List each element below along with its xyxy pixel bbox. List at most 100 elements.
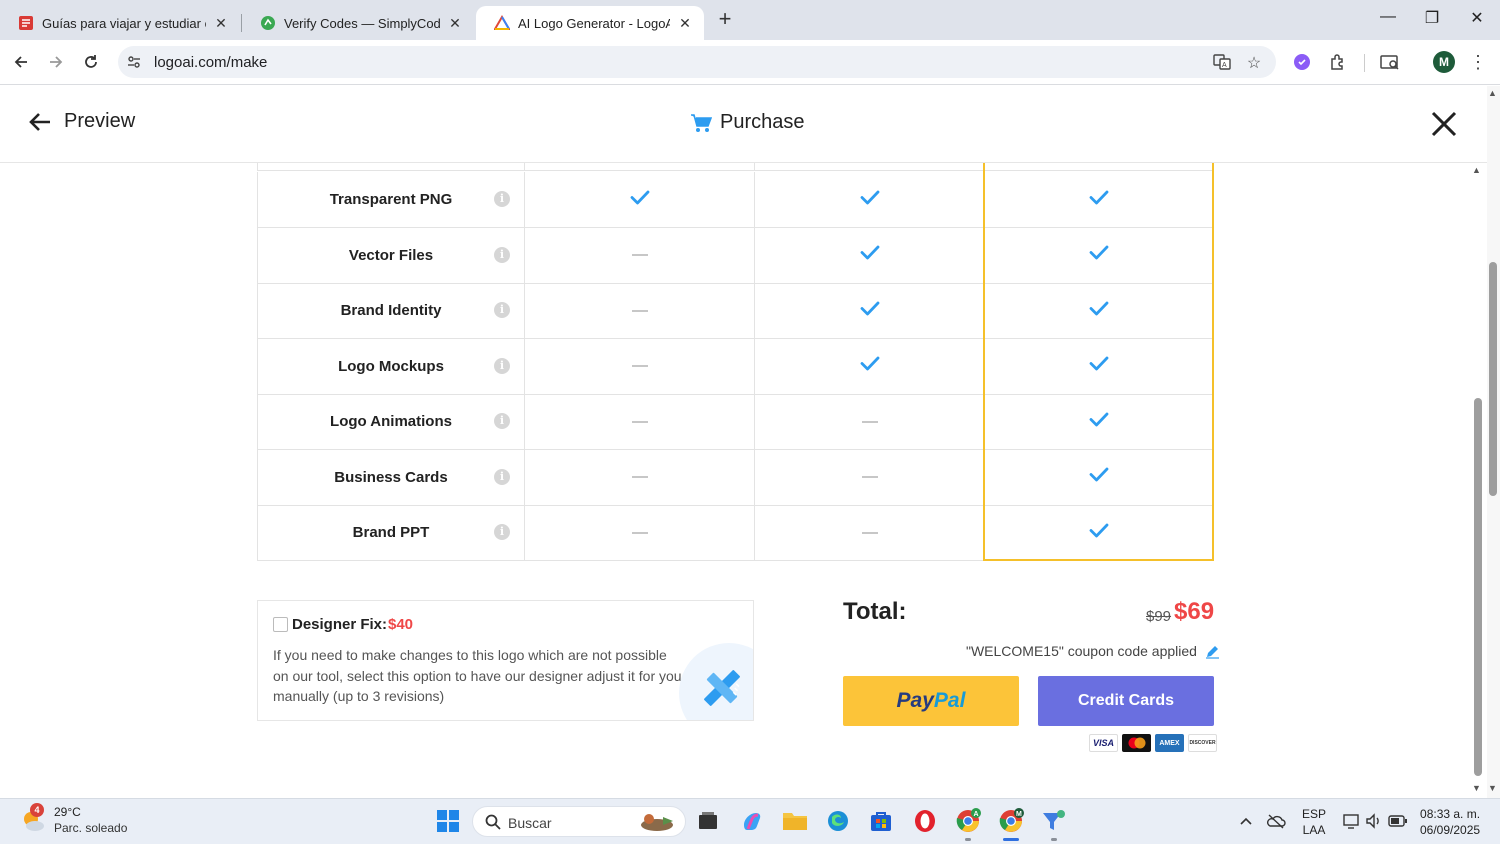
edge-browser-icon[interactable] [824,807,852,835]
designer-fix-checkbox[interactable] [273,617,288,632]
info-icon[interactable]: i [494,246,510,263]
purchase-header: Preview Purchase [0,86,1487,163]
dash-icon [631,365,648,367]
taskbar-search-box[interactable]: Buscar [472,806,686,837]
taskbar-clock[interactable]: 08:33 a. m. 06/09/2025 [1420,806,1480,838]
plan-3-cell [984,505,1214,560]
red-book-favicon-icon [18,15,34,31]
plan-3-cell [984,394,1214,449]
opera-browser-icon[interactable] [911,807,939,835]
new-tab-button[interactable]: + [713,8,737,32]
feature-label: Logo Animations [330,413,452,430]
checkmark-icon [1089,412,1109,432]
microsoft-store-icon[interactable] [867,807,895,835]
plan-1-cell [524,172,754,227]
back-to-preview-link[interactable]: Preview [28,110,135,133]
battery-icon[interactable] [1384,807,1412,835]
tab-title: Guías para viajar y estudiar en M [42,15,206,31]
checkmark-icon [860,245,880,265]
extensions-puzzle-icon[interactable] [1326,50,1350,74]
plan-3-cell [984,172,1214,227]
profile-avatar[interactable]: M [1433,51,1455,73]
weather-condition: Parc. soleado [54,821,128,835]
feature-label: Vector Files [348,246,434,264]
svg-text:M: M [1016,811,1022,818]
feature-label: Business Cards [334,468,448,486]
onedrive-offline-icon[interactable] [1262,807,1290,835]
windows-taskbar: 4 29°C Parc. soleado Buscar A M ESP LAA … [0,798,1500,844]
window-close-icon[interactable]: ✕ [1462,8,1492,28]
close-tab-icon[interactable]: ✕ [676,15,694,32]
info-icon[interactable]: i [494,302,510,318]
input-language-indicator[interactable]: ESP LAA [1302,806,1326,838]
credit-cards-button[interactable]: Credit Cards [1038,676,1214,726]
show-hidden-icons-chevron-icon[interactable] [1232,807,1260,835]
menu-kebab-icon[interactable]: ⋮ [1466,50,1490,74]
tab-guias[interactable]: Guías para viajar y estudiar en M ✕ [0,6,240,40]
weather-widget[interactable]: 4 29°C Parc. soleado [20,803,128,836]
checkmark-icon [1089,467,1109,487]
copilot-icon[interactable] [738,807,766,835]
scroll-down-arrow-icon[interactable]: ▼ [1472,783,1481,793]
address-bar[interactable]: logoai.com/make A ☆ [118,46,1276,78]
original-price: $99 [1146,608,1172,625]
tab-search-icon[interactable] [1378,50,1402,74]
tab-title: AI Logo Generator - LogoAI [518,15,670,31]
clock-date: 06/09/2025 [1420,823,1481,837]
info-icon[interactable]: i [494,357,510,374]
plan-1-cell [524,394,754,449]
restore-icon[interactable]: ❐ [1417,8,1447,28]
coupon-applied-text: "WELCOME15" coupon code applied [966,643,1220,659]
info-icon[interactable]: i [494,191,510,207]
translate-icon[interactable]: A [1212,53,1232,71]
plan-2-cell [754,449,984,505]
plan-1-cell [524,227,754,283]
paypal-button[interactable]: Pay Pal [843,676,1019,726]
page-scrollbar[interactable]: ▲ ▼ [1487,86,1500,798]
site-settings-icon[interactable] [126,54,142,70]
extension-purple-icon[interactable] [1290,50,1314,74]
feature-label: Brand PPT [352,524,430,541]
arrow-left-icon [29,112,50,131]
plan-3-cell [984,228,1214,283]
close-tab-icon[interactable]: ✕ [446,15,464,32]
back-arrow-icon[interactable] [9,50,33,74]
scroll-up-arrow-icon[interactable]: ▲ [1488,88,1497,98]
feature-row: Business Cards i [257,449,1213,506]
edit-pencil-icon[interactable] [1205,644,1220,659]
visa-icon: VISA [1089,734,1118,752]
chrome-profile-m-icon[interactable]: M [997,807,1025,835]
bookmark-star-icon[interactable]: ☆ [1244,53,1264,72]
scroll-up-arrow-icon[interactable]: ▲ [1472,165,1481,175]
feature-row: Transparent PNG i [257,172,1213,228]
close-tab-icon[interactable]: ✕ [212,15,230,32]
windows-start-icon[interactable] [434,807,462,835]
reload-icon[interactable] [79,50,103,74]
modal-scrollbar[interactable]: ▲ ▼ [1471,163,1484,798]
info-icon[interactable]: i [494,468,510,485]
page-scrollbar-thumb[interactable] [1489,262,1497,496]
designer-fix-label[interactable]: Designer Fix: [292,616,387,633]
forward-arrow-icon[interactable] [44,50,68,74]
language-code: ESP [1302,807,1327,821]
scroll-down-arrow-icon[interactable]: ▼ [1488,783,1497,793]
feature-row: Brand PPT i [257,505,1213,561]
tab-simplycodes[interactable]: Verify Codes — SimplyCodes ✕ [242,6,474,40]
checkmark-icon [860,301,880,321]
close-modal-icon[interactable] [1430,110,1458,138]
task-view-icon[interactable] [694,807,722,835]
file-explorer-icon[interactable] [781,807,809,835]
keyboard-layout: LAA [1302,823,1326,837]
info-icon[interactable]: i [494,524,510,540]
plan-2-cell [754,338,984,394]
tab-logoai[interactable]: AI Logo Generator - LogoAI ✕ [476,6,704,40]
chrome-profile-a-icon[interactable]: A [954,807,982,835]
minimize-icon[interactable]: — [1373,8,1403,26]
green-leaf-favicon-icon [260,15,276,31]
info-icon[interactable]: i [494,413,510,429]
shopping-cart-icon [691,113,712,132]
vpn-filter-icon[interactable] [1040,807,1068,835]
amex-icon: AMEX [1155,734,1184,752]
modal-scrollbar-thumb[interactable] [1474,398,1482,776]
running-indicator [965,838,971,841]
